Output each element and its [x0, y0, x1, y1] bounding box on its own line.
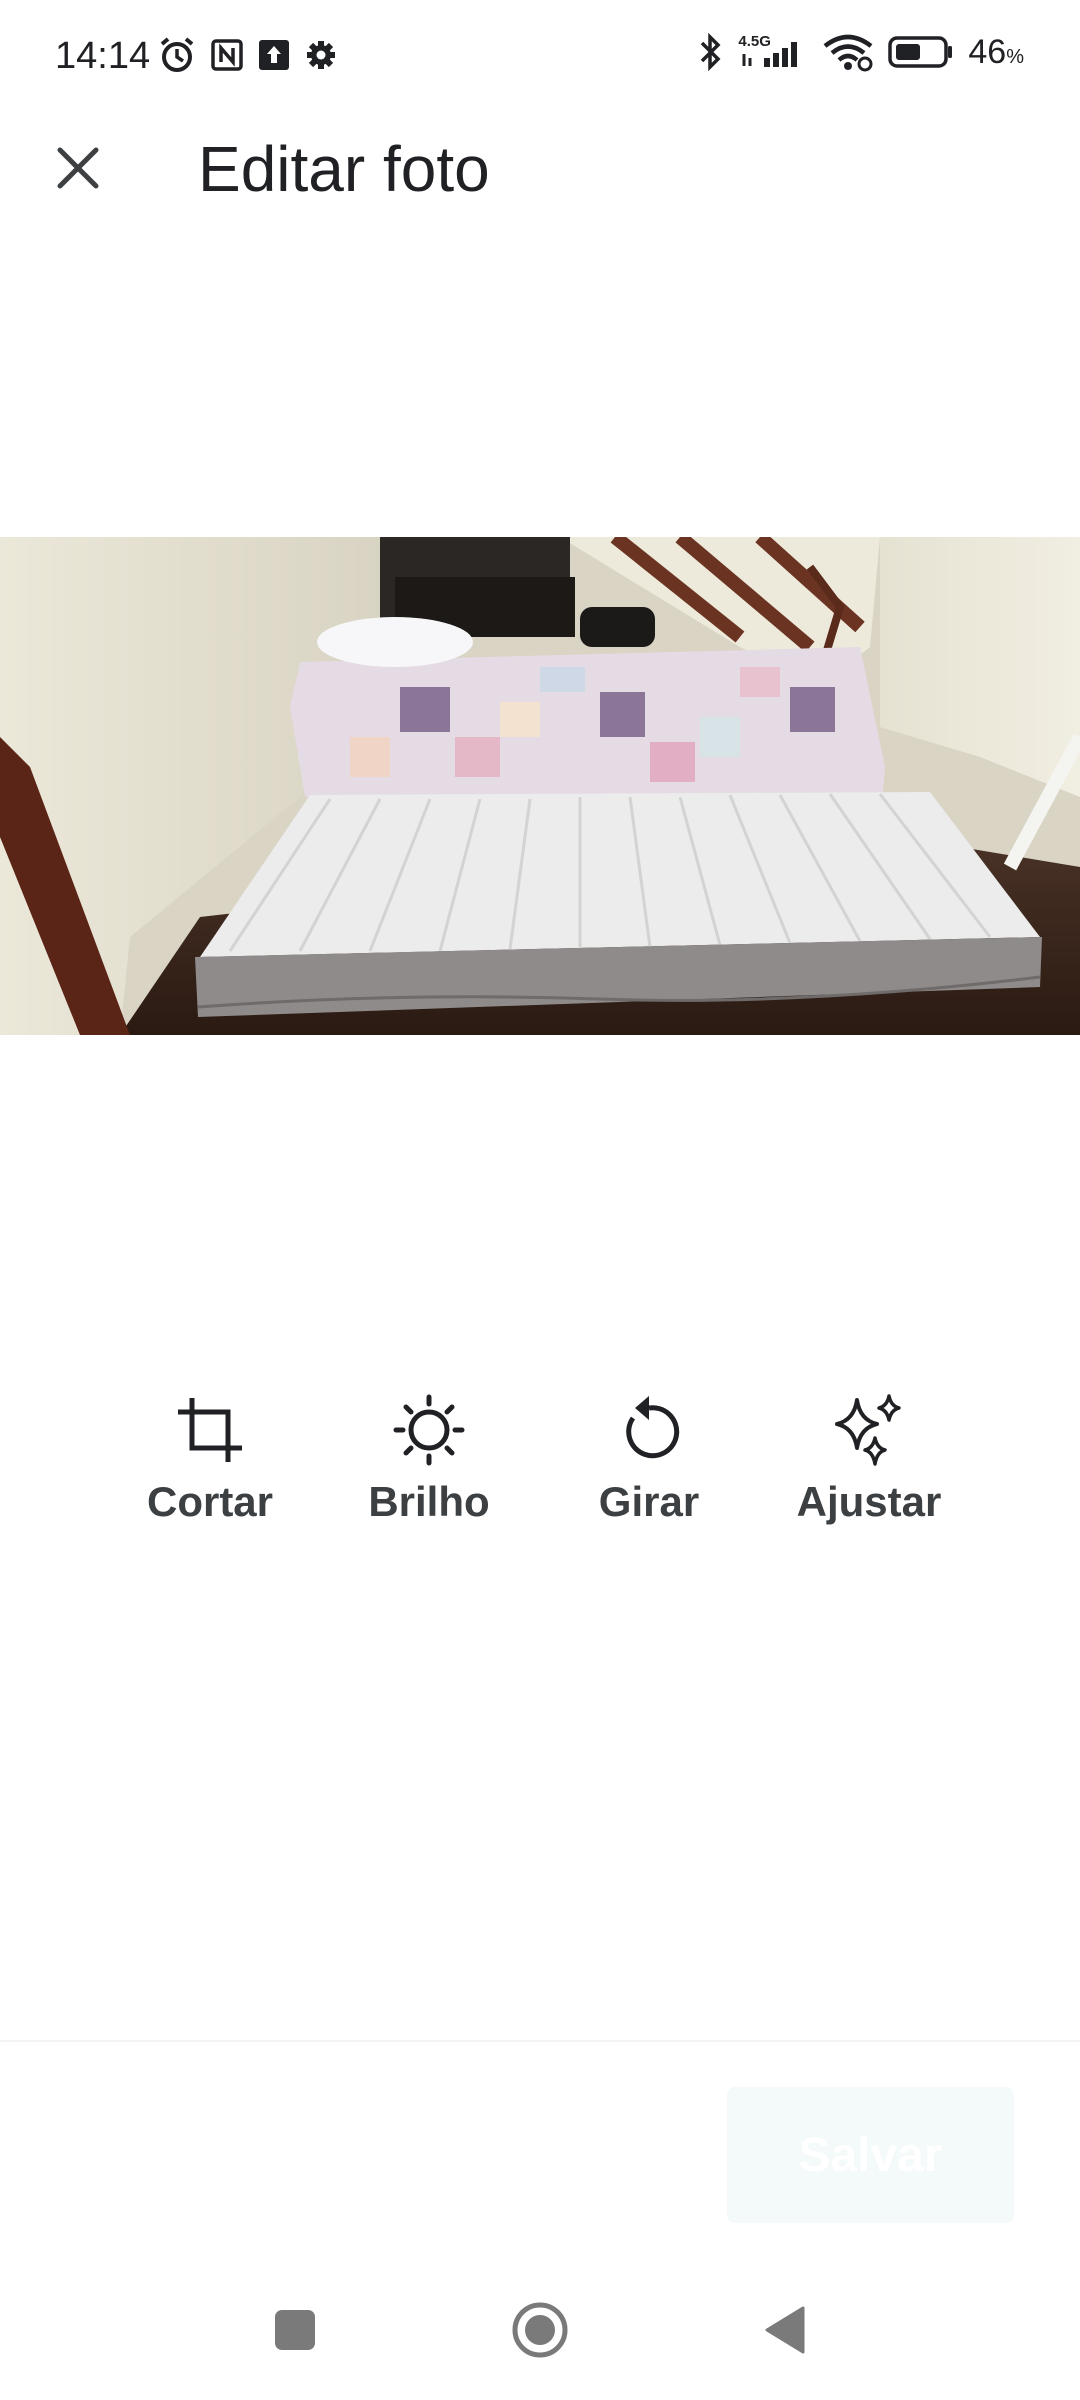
- alarm-icon: [160, 37, 194, 72]
- back-triangle-icon: [765, 2306, 805, 2354]
- nfc-icon: [211, 39, 243, 71]
- signal-icon: [742, 42, 798, 67]
- signal-indicator: 4.5G: [738, 32, 808, 72]
- tool-adjust-label: Ajustar: [796, 1478, 942, 1525]
- home-circle-icon: [512, 2302, 568, 2358]
- footer-divider: [0, 2040, 1080, 2042]
- tool-crop-label: Cortar: [146, 1478, 274, 1525]
- bluetooth-icon: [701, 32, 721, 72]
- status-time: 14:14: [55, 35, 151, 77]
- status-bar: 14:14 4.5G 46%: [0, 0, 1080, 110]
- save-button[interactable]: Salvar: [727, 2087, 1014, 2223]
- battery-percent: 46%: [968, 32, 1024, 71]
- brightness-icon: [393, 1394, 465, 1466]
- battery-icon: [888, 36, 953, 68]
- sparkle-icon: [835, 1394, 901, 1466]
- recents-square-icon: [275, 2310, 315, 2350]
- status-icons-right: 4.5G 46%: [698, 32, 1024, 72]
- back-button[interactable]: [745, 2290, 825, 2370]
- rotate-icon: [626, 1396, 680, 1459]
- tool-crop[interactable]: Cortar: [120, 1390, 300, 1526]
- crop-icon: [178, 1398, 242, 1462]
- home-button[interactable]: [500, 2290, 580, 2370]
- bed-photo: [0, 537, 1080, 1035]
- tool-rotate-label: Girar: [598, 1478, 700, 1525]
- recents-button[interactable]: [255, 2290, 335, 2370]
- edit-tools: Cortar Brilho Girar Ajustar: [0, 1390, 1080, 1550]
- page-title: Editar foto: [198, 133, 490, 205]
- status-icons-left: [158, 36, 338, 74]
- upload-icon: [259, 40, 289, 70]
- system-nav-bar: [0, 2290, 1080, 2370]
- close-icon: [57, 147, 99, 189]
- wifi-icon: [823, 34, 873, 72]
- tool-brightness[interactable]: Brilho: [339, 1390, 519, 1526]
- close-button[interactable]: [48, 138, 108, 198]
- photo-preview: [0, 537, 1080, 1035]
- settings-gear-icon: [307, 41, 335, 69]
- tool-brightness-label: Brilho: [368, 1478, 490, 1525]
- tool-rotate[interactable]: Girar: [559, 1390, 739, 1526]
- tool-adjust[interactable]: Ajustar: [779, 1390, 959, 1526]
